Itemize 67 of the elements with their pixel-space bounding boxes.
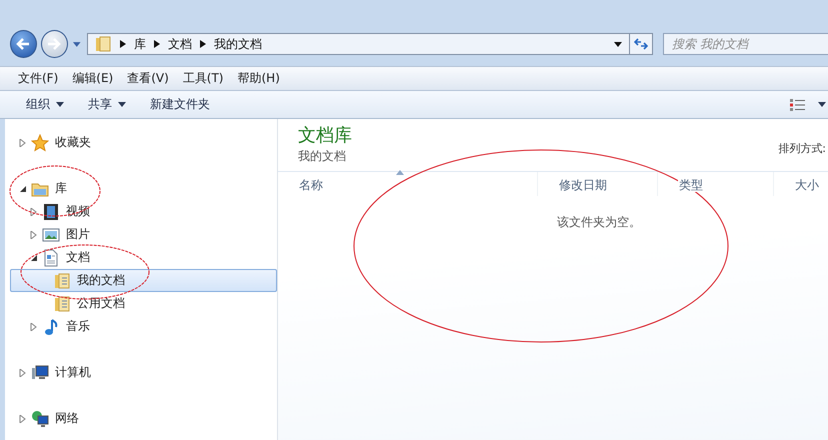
collapsed-arrow-icon[interactable] [30, 208, 38, 216]
empty-folder-message: 该文件夹为空。 [557, 214, 641, 231]
column-header[interactable]: 修改日期 [538, 172, 658, 196]
view-options-icon[interactable] [790, 98, 806, 110]
chevron-icon[interactable] [120, 40, 126, 48]
folder-icon [53, 272, 71, 290]
column-title: 修改日期 [558, 178, 608, 192]
forward-arrow-icon [47, 38, 62, 50]
address-field[interactable]: 库 文档 我的文档 [87, 33, 630, 55]
tree-item[interactable]: 网络 [10, 407, 277, 430]
back-button[interactable] [10, 30, 37, 58]
tree-item[interactable]: 库 [10, 177, 277, 200]
collapsed-arrow-icon[interactable] [19, 414, 27, 422]
tree-item[interactable]: 视频 [10, 200, 277, 223]
arrange-by-label[interactable]: 排列方式: [778, 141, 826, 171]
network-icon [31, 410, 49, 428]
computer-icon [31, 364, 49, 382]
caret-icon [56, 102, 64, 107]
expanded-arrow-icon[interactable] [30, 254, 38, 262]
collapsed-arrow-icon[interactable] [19, 368, 27, 376]
film-icon [42, 202, 60, 220]
toolbar-button[interactable]: 共享 [80, 93, 134, 116]
tree-item[interactable]: 计算机 [10, 361, 277, 384]
breadcrumb[interactable]: 库 [134, 36, 146, 52]
menu-item[interactable]: 工具(T) [176, 68, 230, 89]
collapsed-arrow-icon[interactable] [30, 322, 38, 330]
caret-icon [118, 102, 126, 107]
collapsed-arrow-icon[interactable] [30, 230, 38, 238]
caret-icon[interactable] [818, 102, 826, 107]
refresh-button[interactable] [630, 33, 654, 55]
tree-item[interactable]: 收藏夹 [10, 131, 277, 154]
column-title: 大小 [794, 178, 820, 192]
star-icon [31, 134, 49, 152]
tree-item[interactable]: 公用文档 [10, 292, 277, 315]
music-note-icon [42, 318, 60, 336]
library-subtitle: 我的文档 [298, 148, 347, 165]
menu-item[interactable]: 帮助(H) [232, 68, 286, 89]
column-title: 名称 [298, 178, 324, 192]
toolbar-button[interactable]: 新建文件夹 [142, 93, 218, 116]
column-title: 类型 [678, 178, 704, 192]
forward-button[interactable] [40, 30, 68, 58]
chevron-icon[interactable] [200, 40, 206, 48]
menu-item[interactable]: 文件(F) [12, 68, 64, 89]
chevron-icon[interactable] [154, 40, 160, 48]
caret-icon[interactable] [613, 40, 624, 48]
folder-icon [94, 35, 112, 53]
back-arrow-icon [16, 38, 30, 50]
search-field[interactable]: 搜索 我的文档 [663, 33, 828, 55]
tree-item[interactable]: 文档 [10, 246, 277, 269]
breadcrumb[interactable]: 文档 [168, 36, 192, 52]
menu-item[interactable]: 查看(V) [121, 68, 175, 89]
column-header[interactable]: 类型 [658, 172, 774, 196]
expanded-arrow-icon[interactable] [19, 184, 27, 192]
column-header[interactable]: 大小 [774, 172, 828, 196]
tree-item[interactable]: 图片 [10, 223, 277, 246]
folder-icon [53, 294, 71, 312]
refresh-icon [634, 38, 648, 50]
tree-item[interactable]: 音乐 [10, 315, 277, 338]
library-title: 文档库 [298, 125, 352, 147]
collapsed-arrow-icon[interactable] [19, 138, 27, 146]
toolbar-button[interactable]: 组织 [18, 93, 72, 116]
document-icon [42, 248, 60, 266]
picture-icon [42, 226, 60, 244]
menu-item[interactable]: 编辑(E) [66, 68, 120, 89]
column-header[interactable]: 名称 [278, 172, 538, 196]
breadcrumb[interactable]: 我的文档 [214, 36, 262, 52]
tree-item[interactable]: 我的文档 [10, 269, 277, 292]
